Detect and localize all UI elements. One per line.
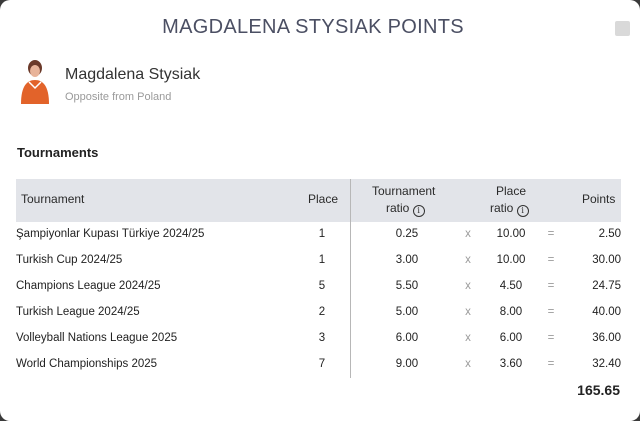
header-place-ratio-label: ratio bbox=[490, 201, 514, 215]
cell-tournament: World Championships 2025 bbox=[16, 358, 158, 370]
header-tournament-ratio-label: ratio bbox=[386, 201, 410, 215]
cell-place-ratio: 10.00 bbox=[496, 254, 526, 266]
player-name: Magdalena Stysiak bbox=[65, 66, 201, 83]
cell-tournament: Volleyball Nations League 2025 bbox=[16, 332, 178, 344]
cell-tournament: Turkish Cup 2024/25 bbox=[16, 254, 123, 266]
multiply-sign: x bbox=[465, 306, 471, 318]
cell-tournament-ratio: 0.25 bbox=[395, 228, 419, 240]
multiply-sign: x bbox=[465, 358, 471, 370]
table-row: Volleyball Nations League 2025 3 6.00 x 6.00… bbox=[16, 327, 621, 353]
cell-place: 5 bbox=[318, 280, 326, 292]
table-row: Champions League 2024/25 5 5.50 x 4.50 = 24.75 bbox=[16, 275, 621, 301]
cell-place: 7 bbox=[318, 358, 326, 370]
equals-sign: = bbox=[547, 254, 555, 266]
equals-sign: = bbox=[547, 332, 555, 344]
info-icon[interactable]: i bbox=[516, 205, 529, 217]
header-place: Place bbox=[308, 192, 339, 206]
cell-points: 30.00 bbox=[592, 254, 621, 266]
cell-place-ratio: 10.00 bbox=[496, 228, 526, 240]
header-place-ratio-line1: Place bbox=[496, 184, 527, 198]
cell-place: 1 bbox=[318, 254, 326, 266]
multiply-sign: x bbox=[465, 228, 471, 240]
cell-place: 3 bbox=[318, 332, 326, 344]
header-tournament-ratio-line2: ratio i bbox=[386, 201, 425, 217]
equals-sign: = bbox=[547, 228, 555, 240]
section-title: Tournaments bbox=[17, 145, 99, 160]
cell-place-ratio: 8.00 bbox=[499, 306, 523, 318]
table-header: Tournament Place Tournament ratio i Plac… bbox=[16, 179, 621, 222]
cell-tournament-ratio: 5.50 bbox=[395, 280, 419, 292]
modal-title: MAGDALENA STYSIAK POINTS bbox=[162, 16, 464, 38]
cell-place-ratio: 6.00 bbox=[499, 332, 523, 344]
equals-sign: = bbox=[547, 280, 555, 292]
cell-points: 36.00 bbox=[592, 332, 621, 344]
header-tournament: Tournament bbox=[21, 192, 85, 206]
cell-place-ratio: 4.50 bbox=[499, 280, 523, 292]
points-modal: MAGDALENA STYSIAK POINTS Magdalena Stysi… bbox=[0, 0, 640, 421]
multiply-sign: x bbox=[465, 332, 471, 344]
cell-tournament-ratio: 9.00 bbox=[395, 358, 419, 370]
cell-tournament-ratio: 5.00 bbox=[395, 306, 419, 318]
player-role: Opposite from Poland bbox=[65, 91, 172, 103]
cell-tournament: Champions League 2024/25 bbox=[16, 280, 161, 292]
cell-points: 32.40 bbox=[592, 358, 621, 370]
cell-points: 40.00 bbox=[592, 306, 621, 318]
cell-place: 2 bbox=[318, 306, 326, 318]
cell-tournament-ratio: 3.00 bbox=[395, 254, 419, 266]
table-row: World Championships 2025 7 9.00 x 3.60 = 32.40 bbox=[16, 353, 621, 379]
multiply-sign: x bbox=[465, 254, 471, 266]
close-button[interactable] bbox=[615, 21, 630, 36]
table-row: Turkish League 2024/25 2 5.00 x 8.00 = 40.00 bbox=[16, 301, 621, 327]
cell-points: 2.50 bbox=[598, 228, 621, 240]
equals-sign: = bbox=[547, 306, 555, 318]
cell-points: 24.75 bbox=[592, 280, 621, 292]
cell-place: 1 bbox=[318, 228, 326, 240]
cell-place-ratio: 3.60 bbox=[499, 358, 523, 370]
equals-sign: = bbox=[547, 358, 555, 370]
header-points: Points bbox=[582, 192, 616, 206]
cell-tournament: Şampiyonlar Kupası Türkiye 2024/25 bbox=[16, 228, 205, 240]
info-icon[interactable]: i bbox=[412, 205, 425, 217]
table-row: Turkish Cup 2024/25 1 3.00 x 10.00 = 30.00 bbox=[16, 249, 621, 275]
header-place-ratio-line2: ratio i bbox=[490, 201, 529, 217]
multiply-sign: x bbox=[465, 280, 471, 292]
total-points: 165.65 bbox=[577, 382, 620, 398]
cell-tournament-ratio: 6.00 bbox=[395, 332, 419, 344]
player-avatar bbox=[21, 60, 49, 104]
header-tournament-ratio-line1: Tournament bbox=[372, 184, 436, 198]
table-row: Şampiyonlar Kupası Türkiye 2024/25 1 0.25 x… bbox=[16, 223, 621, 249]
cell-tournament: Turkish League 2024/25 bbox=[16, 306, 140, 318]
